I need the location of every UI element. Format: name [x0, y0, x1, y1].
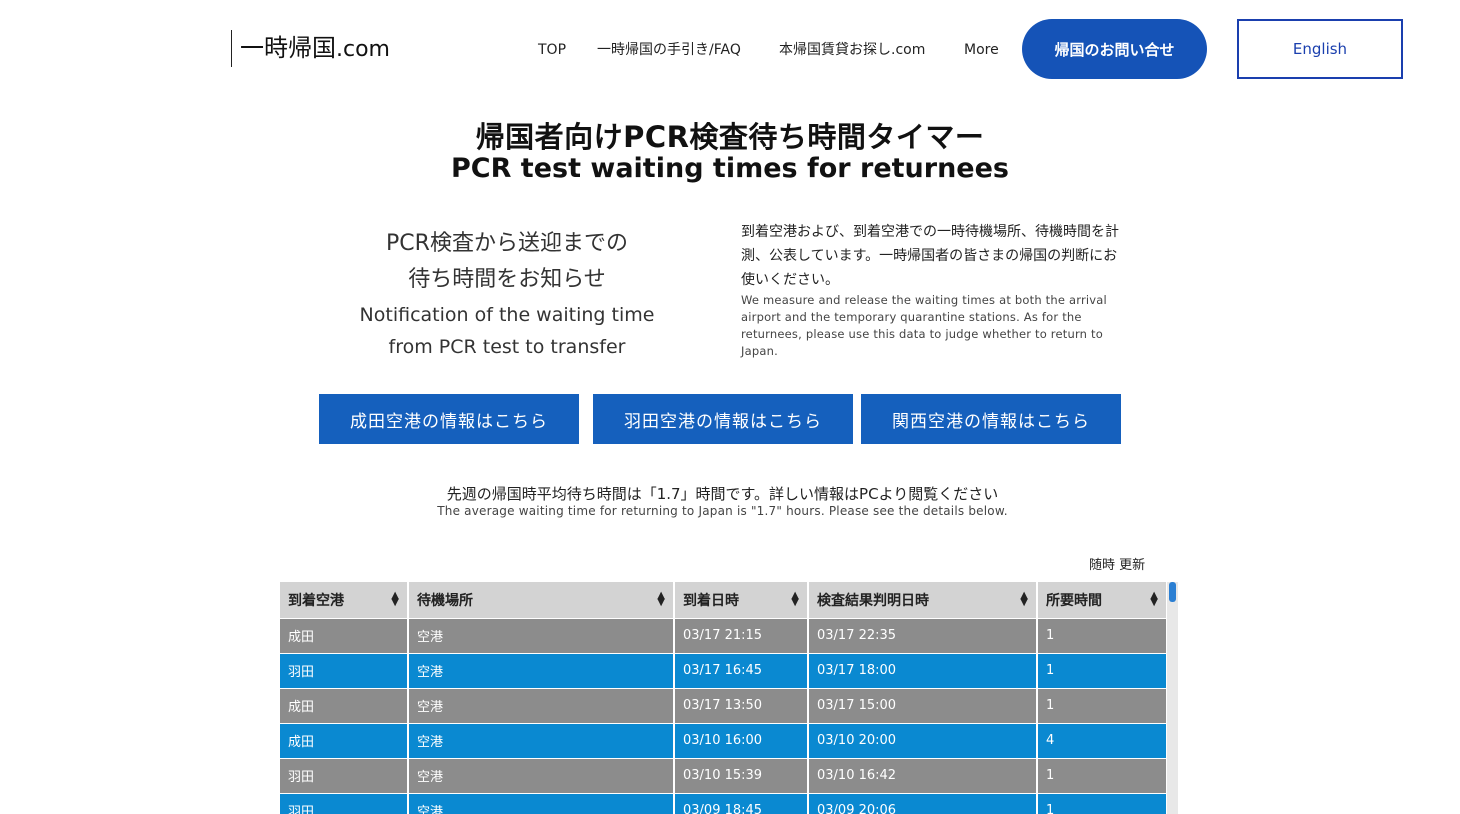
nav-rental[interactable]: 本帰国賃貸お探し.com: [779, 38, 925, 62]
scrollbar-thumb[interactable]: [1169, 582, 1176, 602]
table-cell-hours: 1: [1037, 652, 1168, 688]
table-cell-place: 空港: [408, 687, 675, 723]
table-cell-arrival: 03/17 21:15: [674, 617, 809, 653]
table-cell-airport: 羽田: [280, 757, 409, 793]
intro-left-ja-line1: PCR検査から送迎までの: [386, 231, 628, 256]
column-header-label: 検査結果判明日時: [817, 592, 929, 609]
table-cell-airport: 羽田: [280, 792, 409, 814]
table-cell-result: 03/17 15:00: [808, 687, 1038, 723]
column-header-result[interactable]: 検査結果判明日時 ▲ ▼: [808, 582, 1038, 618]
column-header-hours[interactable]: 所要時間 ▲ ▼: [1037, 582, 1168, 618]
waiting-times-table-container: 到着空港 ▲ ▼ 待機場所 ▲ ▼ 到着日時 ▲ ▼ 検査結果判明日時 ▲ ▼ 所要時間 ▲ ▼ 成…: [280, 582, 1178, 814]
table-cell-hours: 1: [1037, 757, 1168, 793]
intro-left-ja-line2: 待ち時間をお知らせ: [408, 267, 606, 292]
intro-left-en-line1: Notification of the waiting time: [359, 304, 655, 326]
table-cell-airport: 成田: [280, 722, 409, 758]
page-title-ja: 帰国者向けPCR検査待ち時間タイマー: [475, 120, 985, 154]
site-logo[interactable]: 一時帰国 .com: [231, 30, 390, 67]
table-cell-hours: 4: [1037, 722, 1168, 758]
table-row[interactable]: 羽田 空港 03/17 16:45 03/17 18:00 1: [280, 652, 1168, 688]
column-header-airport[interactable]: 到着空港 ▲ ▼: [280, 582, 409, 618]
table-body: 成田 空港 03/17 21:15 03/17 22:35 1 羽田 空港 03/17 16:…: [280, 617, 1168, 814]
contact-button[interactable]: 帰国のお問い合せ: [1022, 19, 1207, 79]
table-cell-arrival: 03/09 18:45: [674, 792, 809, 814]
table-cell-result: 03/10 20:00: [808, 722, 1038, 758]
table-cell-result: 03/17 22:35: [808, 617, 1038, 653]
table-cell-airport: 成田: [280, 687, 409, 723]
column-header-label: 所要時間: [1046, 592, 1102, 609]
update-note: 随時 更新: [1089, 558, 1146, 573]
intro-left: PCR検査から送迎までの 待ち時間をお知らせ Notification of t…: [300, 226, 714, 362]
sort-icon[interactable]: ▲ ▼: [791, 591, 799, 608]
average-text-en: The average waiting time for returning t…: [437, 504, 1008, 518]
table-cell-hours: 1: [1037, 687, 1168, 723]
page-title-en: PCR test waiting times for returnees: [451, 153, 1009, 184]
column-header-place[interactable]: 待機場所 ▲ ▼: [408, 582, 675, 618]
logo-domain: .com: [336, 37, 390, 62]
table-cell-place: 空港: [408, 652, 675, 688]
table-cell-place: 空港: [408, 617, 675, 653]
average-text-ja: 先週の帰国時平均待ち時間は「1.7」時間です。詳しい情報はPCより閲覧ください: [446, 485, 999, 503]
kansai-info-button[interactable]: 関西空港の情報はこちら: [861, 394, 1121, 444]
table-cell-arrival: 03/17 13:50: [674, 687, 809, 723]
narita-info-button[interactable]: 成田空港の情報はこちら: [319, 394, 579, 444]
table-cell-arrival: 03/17 16:45: [674, 652, 809, 688]
table-row[interactable]: 成田 空港 03/17 13:50 03/17 15:00 1: [280, 687, 1168, 723]
column-header-label: 待機場所: [417, 592, 473, 609]
sort-icon[interactable]: ▲ ▼: [1150, 591, 1158, 608]
sort-icon[interactable]: ▲ ▼: [391, 591, 399, 608]
table-cell-hours: 1: [1037, 617, 1168, 653]
nav-top[interactable]: TOP: [538, 38, 566, 62]
page: 一時帰国 .com TOP 一時帰国の手引き/FAQ 本帰国賃貸お探し.com M…: [0, 0, 1460, 814]
intro-left-en-line2: from PCR test to transfer: [388, 336, 626, 358]
column-header-label: 到着空港: [288, 592, 344, 609]
table-scrollbar[interactable]: [1167, 582, 1178, 814]
english-button[interactable]: English: [1237, 19, 1403, 79]
table-row[interactable]: 羽田 空港 03/10 15:39 03/10 16:42 1: [280, 757, 1168, 793]
intro-right-ja: 到着空港および、到着空港での一時待機場所、待機時間を計測、公表しています。一時帰…: [741, 224, 1119, 288]
table-cell-arrival: 03/10 15:39: [674, 757, 809, 793]
intro-right-en: We measure and release the waiting times…: [741, 293, 1107, 358]
table-header-row: 到着空港 ▲ ▼ 待機場所 ▲ ▼ 到着日時 ▲ ▼ 検査結果判明日時 ▲ ▼ 所要時間 ▲ ▼: [280, 582, 1168, 618]
sort-icon[interactable]: ▲ ▼: [657, 591, 665, 608]
haneda-info-button[interactable]: 羽田空港の情報はこちら: [593, 394, 853, 444]
intro-right: 到着空港および、到着空港での一時待機場所、待機時間を計測、公表しています。一時帰…: [741, 220, 1121, 360]
nav-more[interactable]: More: [964, 38, 999, 62]
table-cell-place: 空港: [408, 757, 675, 793]
table-cell-airport: 羽田: [280, 652, 409, 688]
nav-guide-faq[interactable]: 一時帰国の手引き/FAQ: [597, 38, 741, 62]
column-header-label: 到着日時: [683, 592, 739, 609]
logo-text: 一時帰国: [240, 34, 336, 62]
table-cell-place: 空港: [408, 792, 675, 814]
table-row[interactable]: 羽田 空港 03/09 18:45 03/09 20:06 1: [280, 792, 1168, 814]
column-header-arrival[interactable]: 到着日時 ▲ ▼: [674, 582, 809, 618]
table-cell-place: 空港: [408, 722, 675, 758]
table-row[interactable]: 成田 空港 03/10 16:00 03/10 20:00 4: [280, 722, 1168, 758]
table-cell-result: 03/17 18:00: [808, 652, 1038, 688]
table-row[interactable]: 成田 空港 03/17 21:15 03/17 22:35 1: [280, 617, 1168, 653]
table-cell-arrival: 03/10 16:00: [674, 722, 809, 758]
table-cell-hours: 1: [1037, 792, 1168, 814]
table-cell-result: 03/09 20:06: [808, 792, 1038, 814]
table-cell-result: 03/10 16:42: [808, 757, 1038, 793]
table-cell-airport: 成田: [280, 617, 409, 653]
sort-icon[interactable]: ▲ ▼: [1020, 591, 1028, 608]
waiting-times-table: 到着空港 ▲ ▼ 待機場所 ▲ ▼ 到着日時 ▲ ▼ 検査結果判明日時 ▲ ▼ 所要時間 ▲ ▼ 成…: [280, 582, 1168, 814]
